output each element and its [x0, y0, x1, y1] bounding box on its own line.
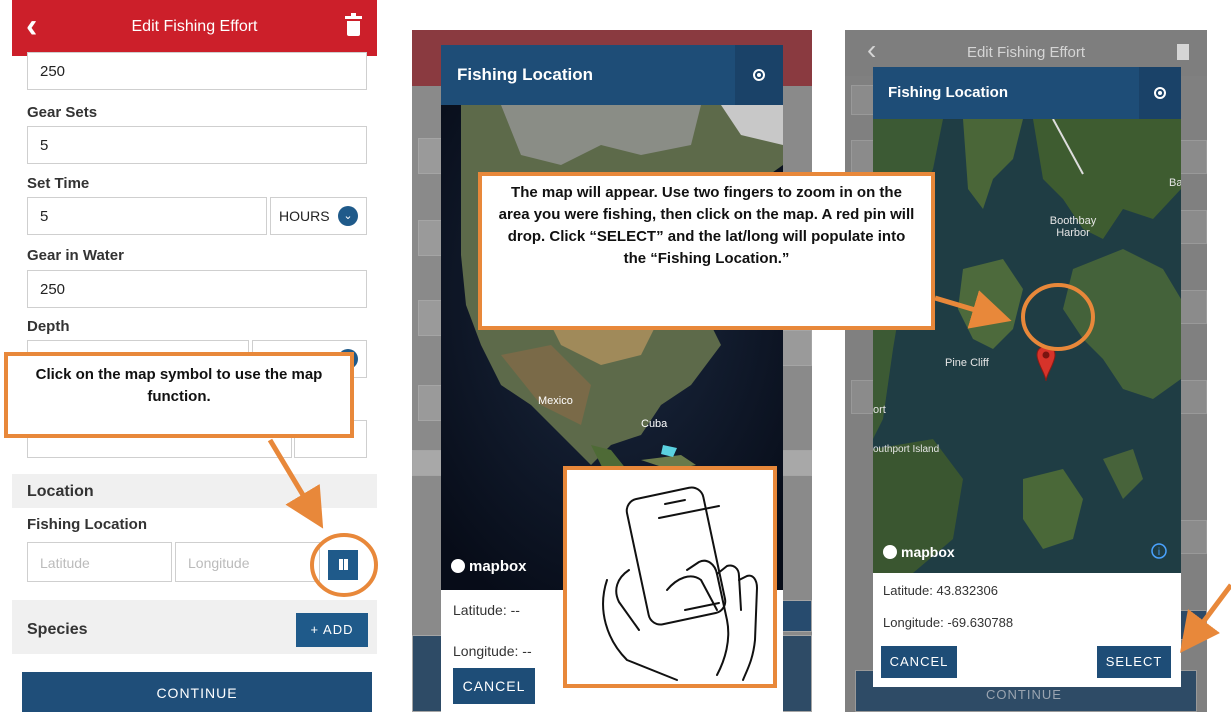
map-label-pine-cliff: Pine Cliff — [945, 357, 989, 369]
mapbox-logo: mapbox — [451, 558, 527, 575]
svg-text:i: i — [1158, 547, 1160, 558]
latitude-readout: Latitude: 43.832306 — [883, 583, 998, 598]
trash-icon — [1177, 44, 1189, 60]
location-section-title: Location — [27, 483, 94, 500]
map-button[interactable] — [328, 550, 358, 580]
modal-title: Fishing Location — [888, 84, 1008, 101]
gear-in-water-field[interactable]: 250 — [27, 270, 367, 308]
cancel-button[interactable]: CANCEL — [881, 646, 957, 678]
callout-map-appear: The map will appear. Use two fingers to … — [478, 172, 935, 330]
fishing-location-modal-zoomed: Fishing Location i Boothbay Harbor Ba Pi… — [873, 67, 1181, 687]
header-title: Edit Fishing Effort — [131, 18, 258, 35]
fishing-location-label: Fishing Location — [27, 516, 147, 533]
cancel-button[interactable]: CANCEL — [453, 668, 535, 704]
set-time-unit-select[interactable]: HOURS ⌄ — [270, 197, 367, 235]
gear-sets-field[interactable]: 5 — [27, 126, 367, 164]
dimmed-continue-label: CONTINUE — [986, 687, 1062, 702]
mapbox-logo-icon — [883, 545, 897, 559]
previous-value-field[interactable]: 250 — [27, 52, 367, 90]
chevron-down-icon: ⌄ — [338, 206, 358, 226]
dimmed-header-title: Edit Fishing Effort — [966, 44, 1086, 61]
gear-sets-label: Gear Sets — [27, 104, 98, 121]
map-label-cuba: Cuba — [641, 418, 668, 430]
latitude-readout: Latitude: -- — [453, 602, 520, 618]
map-label-port: ort — [873, 404, 886, 416]
map-label-bay: Bay — [1169, 177, 1181, 189]
add-species-button[interactable]: + ADD — [296, 613, 368, 647]
trash-icon[interactable] — [345, 13, 362, 36]
two-finger-zoom-icon — [602, 486, 758, 681]
set-time-label: Set Time — [27, 175, 90, 192]
modal-header: Fishing Location — [873, 67, 1181, 119]
longitude-input[interactable]: Longitude — [175, 542, 320, 582]
app-header: ‹ Edit Fishing Effort — [12, 0, 377, 56]
depth-label: Depth — [27, 318, 70, 335]
mapbox-logo: mapbox — [883, 544, 955, 560]
location-section: Location — [12, 474, 377, 508]
longitude-readout: Longitude: -- — [453, 643, 532, 659]
latitude-input[interactable]: Latitude — [27, 542, 172, 582]
modal-header: Fishing Location — [441, 45, 783, 105]
select-button[interactable]: SELECT — [1097, 646, 1171, 678]
modal-title: Fishing Location — [457, 65, 593, 84]
set-time-field[interactable]: 5 — [27, 197, 267, 235]
gear-in-water-label: Gear in Water — [27, 247, 124, 264]
map-icon — [339, 559, 348, 570]
map-label-boothbay-harbor: Boothbay Harbor — [1049, 215, 1097, 239]
mapbox-logo-icon — [451, 559, 465, 573]
locate-icon[interactable] — [1139, 67, 1181, 119]
callout-map-symbol: Click on the map symbol to use the map f… — [4, 352, 354, 438]
screenshot-root: ‹ Edit Fishing Effort 250 Gear Sets 5 Se… — [0, 0, 1231, 712]
pinch-zoom-illustration — [563, 466, 777, 688]
locate-icon[interactable] — [735, 45, 783, 105]
map-label-southport-island: outhport Island — [873, 444, 940, 455]
longitude-readout: Longitude: -69.630788 — [883, 615, 1014, 630]
map-label-mexico: Mexico — [538, 395, 573, 407]
species-title: Species — [27, 621, 88, 638]
continue-button[interactable]: CONTINUE — [22, 672, 372, 712]
set-time-unit-label: HOURS — [279, 208, 330, 224]
